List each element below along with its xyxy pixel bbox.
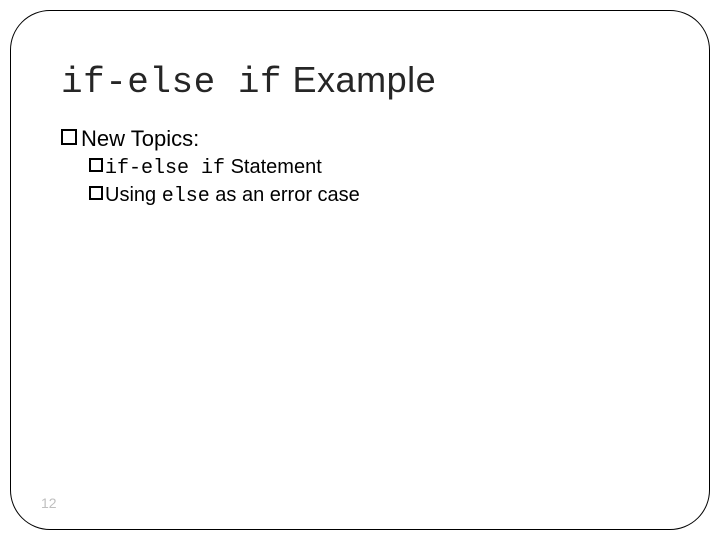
content-area: New Topics: if-else if Statement Using e… xyxy=(61,125,659,210)
square-bullet-icon xyxy=(89,158,103,172)
title-code: if-else if xyxy=(61,62,282,103)
code-text: else xyxy=(162,185,210,208)
topic-heading-row: New Topics: xyxy=(61,125,659,154)
square-bullet-icon xyxy=(89,186,103,200)
title-rest: Example xyxy=(282,59,436,100)
topics-label: New Topics: xyxy=(81,125,199,154)
code-text: if-else if xyxy=(105,157,225,180)
text: Using xyxy=(105,184,162,206)
list-item: if-else if Statement xyxy=(89,154,659,182)
list-item-text: Using else as an error case xyxy=(105,182,360,210)
page-number: 12 xyxy=(41,495,57,511)
slide-title: if-else if Example xyxy=(61,59,659,103)
slide-frame: if-else if Example New Topics: if-else i… xyxy=(10,10,710,530)
slide: if-else if Example New Topics: if-else i… xyxy=(0,0,720,540)
text: Statement xyxy=(225,156,322,178)
text: as an error case xyxy=(210,184,360,206)
list-item: Using else as an error case xyxy=(89,182,659,210)
list-item-text: if-else if Statement xyxy=(105,154,322,182)
square-bullet-icon xyxy=(61,129,77,145)
